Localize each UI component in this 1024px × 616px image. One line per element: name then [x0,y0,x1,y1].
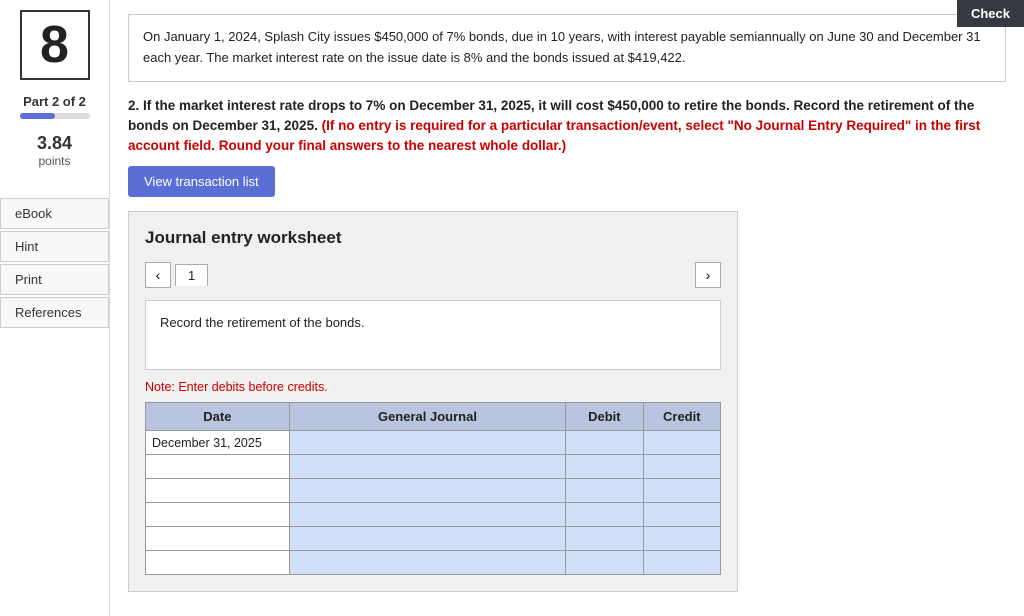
date-cell-empty [146,527,290,551]
journal-cell[interactable] [289,479,565,503]
date-cell-empty [146,503,290,527]
date-cell-empty [146,479,290,503]
table-row [146,527,721,551]
credit-input[interactable] [644,551,720,574]
sidebar-item-hint[interactable]: Hint [0,231,109,262]
journal-cell[interactable] [289,503,565,527]
credit-cell[interactable] [643,479,720,503]
debit-input[interactable] [566,551,642,574]
intro-box: On January 1, 2024, Splash City issues $… [128,14,1006,82]
debit-input[interactable] [566,479,642,502]
table-row [146,503,721,527]
points-label: points [38,154,70,168]
journal-input[interactable] [290,431,565,454]
journal-input[interactable] [290,503,565,526]
journal-cell[interactable] [289,551,565,575]
debit-cell[interactable] [566,479,643,503]
table-row [146,455,721,479]
sidebar-item-ebook[interactable]: eBook [0,198,109,229]
journal-input[interactable] [290,479,565,502]
prev-page-button[interactable]: ‹ [145,262,171,288]
check-button[interactable]: Check [957,0,1024,27]
question-number: 8 [20,10,90,80]
sidebar-item-print[interactable]: Print [0,264,109,295]
credit-cell[interactable] [643,431,720,455]
journal-cell[interactable] [289,527,565,551]
intro-text: On January 1, 2024, Splash City issues $… [143,29,981,65]
credit-input[interactable] [644,503,720,526]
sidebar: 8 Part 2 of 2 3.84 points eBook Hint Pri… [0,0,110,616]
nav-row: ‹ 1 › [145,262,721,288]
journal-input[interactable] [290,455,565,478]
journal-cell[interactable] [289,455,565,479]
journal-input[interactable] [290,527,565,550]
credit-cell[interactable] [643,455,720,479]
description-text: Record the retirement of the bonds. [160,315,365,330]
date-cell-empty [146,455,290,479]
debit-cell[interactable] [566,431,643,455]
page-tab: 1 [175,264,208,286]
journal-cell[interactable] [289,431,565,455]
credit-input[interactable] [644,479,720,502]
journal-input[interactable] [290,551,565,574]
points-value: 3.84 [37,133,72,154]
debit-input[interactable] [566,455,642,478]
progress-fill [20,113,55,119]
debit-input[interactable] [566,503,642,526]
next-page-button[interactable]: › [695,262,721,288]
table-row [146,551,721,575]
credit-cell[interactable] [643,551,720,575]
progress-bar [20,113,90,119]
date-cell-empty [146,551,290,575]
col-credit: Credit [643,403,720,431]
credit-cell[interactable] [643,503,720,527]
worksheet-container: Journal entry worksheet ‹ 1 › Record the… [128,211,738,592]
debit-cell[interactable] [566,455,643,479]
sidebar-nav: eBook Hint Print References [0,198,109,330]
part-label: Part 2 of 2 [23,94,86,109]
worksheet-title: Journal entry worksheet [145,228,721,248]
debit-cell[interactable] [566,551,643,575]
table-row: December 31, 2025 [146,431,721,455]
credit-input[interactable] [644,431,720,454]
debit-input[interactable] [566,527,642,550]
question-text: 2. If the market interest rate drops to … [128,96,1006,157]
debit-cell[interactable] [566,527,643,551]
date-cell: December 31, 2025 [146,431,290,455]
credit-input[interactable] [644,527,720,550]
table-row [146,479,721,503]
col-debit: Debit [566,403,643,431]
col-journal: General Journal [289,403,565,431]
credit-cell[interactable] [643,527,720,551]
main-content: On January 1, 2024, Splash City issues $… [110,0,1024,616]
description-box: Record the retirement of the bonds. [145,300,721,370]
journal-table: Date General Journal Debit Credit Decemb… [145,402,721,575]
note-text: Note: Enter debits before credits. [145,380,721,394]
col-date: Date [146,403,290,431]
credit-input[interactable] [644,455,720,478]
view-transaction-button[interactable]: View transaction list [128,166,275,197]
debit-cell[interactable] [566,503,643,527]
sidebar-item-references[interactable]: References [0,297,109,328]
debit-input[interactable] [566,431,642,454]
